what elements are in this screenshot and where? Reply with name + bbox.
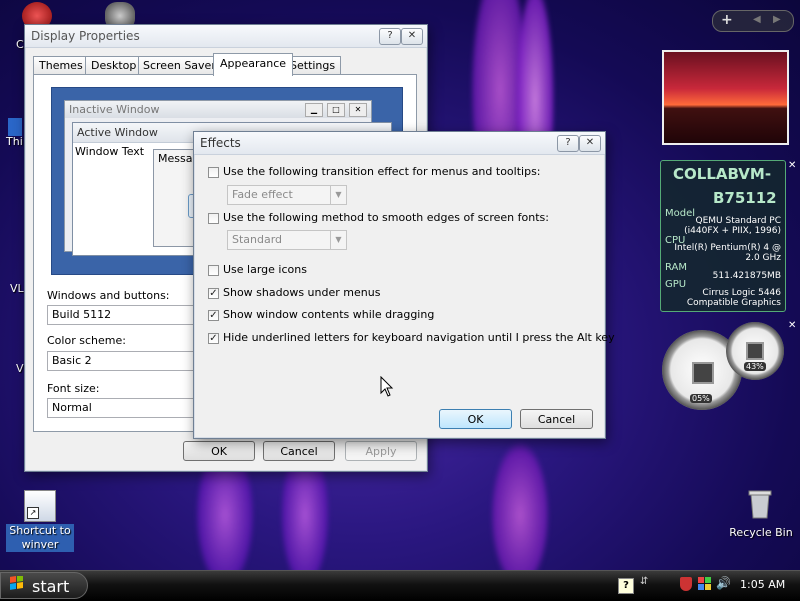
effects-title: Effects (200, 136, 241, 150)
display-cancel-button[interactable]: Cancel (263, 441, 335, 461)
tab-screen-saver-label: Screen Saver (143, 59, 216, 72)
taskbar: start ? ⇵ 🔊 1:05 AM (0, 570, 800, 601)
drag-contents-label: Show window contents while dragging (223, 308, 435, 321)
transition-effect-label: Use the following transition effect for … (223, 165, 541, 178)
tray-network-icon[interactable]: ⇵ (640, 576, 652, 592)
smooth-fonts-value: Standard (232, 233, 283, 246)
tab-themes-label: Themes (39, 59, 83, 72)
effects-close-button[interactable]: ✕ (579, 135, 601, 152)
preview-window-text: Window Text (75, 145, 145, 158)
tab-appearance[interactable]: Appearance (213, 53, 294, 76)
large-icons-checkbox[interactable] (208, 265, 219, 276)
font-size-label: Font size: (47, 382, 100, 395)
smooth-fonts-select[interactable]: Standard ▼ (227, 230, 347, 250)
gadget-gpu-value1: Cirrus Logic 5446 (702, 288, 781, 298)
sidebar-prev-icon[interactable]: ◀ (753, 14, 761, 25)
mem-meter-chip-icon (746, 342, 764, 360)
effects-ok-button[interactable]: OK (439, 409, 512, 429)
recycle-bin-icon[interactable] (748, 488, 772, 520)
sidebar-add-icon[interactable]: + (721, 12, 733, 28)
recycle-bin-label: Recycle Bin (729, 526, 793, 539)
cpu-meter-value: 05% (690, 394, 712, 403)
preview-active-title: Active Window (77, 126, 158, 139)
preview-inactive-minimize-icon: ▁ (305, 103, 323, 117)
gadget-gpu-label: GPU (665, 279, 687, 290)
drag-contents-checkbox[interactable]: ✓ (208, 310, 219, 321)
winver-shortcut-label: Shortcut to winver (6, 524, 74, 552)
tray-security-icon[interactable] (680, 577, 692, 591)
mem-meter-gadget: 43% (726, 322, 784, 380)
color-scheme-label: Color scheme: (47, 334, 126, 347)
start-label: start (32, 577, 70, 596)
effects-dialog: Effects ? ✕ Use the following transition… (193, 131, 615, 439)
effects-cancel-button[interactable]: Cancel (520, 409, 593, 429)
desktop-partial-label-1: C (16, 38, 24, 51)
smooth-fonts-label: Use the following method to smooth edges… (223, 211, 549, 224)
preview-inactive-title: Inactive Window (69, 103, 160, 116)
gadget-ram-label: RAM (665, 262, 688, 273)
preview-inactive-maximize-icon: □ (327, 103, 345, 117)
display-close-button[interactable]: ✕ (401, 28, 423, 45)
gadget-model-value2: (i440FX + PIIX, 1996) (684, 226, 781, 236)
smooth-fonts-checkbox[interactable] (208, 213, 219, 224)
gadget-model-value1: QEMU Standard PC (695, 216, 782, 226)
tab-settings-label: Settings (290, 59, 336, 72)
large-icons-label: Use large icons (223, 263, 307, 276)
desktop-partial-label-3: VL (10, 282, 24, 295)
effects-titlebar[interactable]: Effects (194, 132, 605, 155)
hide-underlines-checkbox[interactable]: ✓ (208, 333, 219, 344)
sidebar-controls: + ◀ ▶ (712, 10, 794, 32)
chevron-down-icon: ▼ (330, 231, 346, 249)
gadget-cpu-value1: Intel(R) Pentium(R) 4 @ (674, 243, 781, 253)
slideshow-gadget[interactable] (662, 50, 789, 145)
desktop-icon-partial-3[interactable] (8, 118, 22, 136)
windows-logo-icon (9, 575, 25, 592)
tray-flag-icon[interactable] (698, 577, 712, 591)
display-properties-titlebar[interactable]: Display Properties (25, 25, 427, 48)
start-button[interactable]: start (0, 572, 88, 599)
tab-screen-saver[interactable]: Screen Saver (138, 56, 221, 75)
display-properties-title: Display Properties (31, 29, 140, 43)
tray-volume-icon[interactable]: 🔊 (716, 576, 731, 592)
tray-help-icon[interactable]: ? (618, 578, 634, 594)
display-apply-button[interactable]: Apply (345, 441, 417, 461)
gadget-close-icon[interactable]: ✕ (788, 160, 798, 172)
transition-effect-select[interactable]: Fade effect ▼ (227, 185, 347, 205)
gadget-close-icon-2[interactable]: ✕ (788, 320, 798, 332)
tab-appearance-label: Appearance (220, 57, 287, 70)
winver-shortcut-icon[interactable]: ↗ (24, 490, 56, 522)
chevron-down-icon: ▼ (330, 186, 346, 204)
mouse-cursor-icon (380, 376, 394, 397)
desktop-partial-label-2: Thi (6, 135, 23, 148)
transition-effect-value: Fade effect (232, 188, 293, 201)
tab-desktop[interactable]: Desktop (85, 56, 143, 75)
hide-underlines-label: Hide underlined letters for keyboard nav… (223, 331, 615, 344)
gadget-hostname-1: COLLABVM- (673, 165, 772, 183)
tab-desktop-label: Desktop (91, 59, 137, 72)
desktop-partial-label-4: V (16, 362, 24, 375)
preview-inactive-close-icon: ✕ (349, 103, 367, 117)
system-info-gadget: COLLABVM- B75112 Model QEMU Standard PC … (660, 160, 786, 312)
sidebar-next-icon[interactable]: ▶ (773, 14, 781, 25)
tray-clock[interactable]: 1:05 AM (740, 578, 785, 591)
gadget-hostname-2: B75112 (713, 189, 777, 207)
gadget-model-label: Model (665, 208, 696, 219)
display-ok-button[interactable]: OK (183, 441, 255, 461)
mem-meter-value: 43% (744, 362, 766, 371)
tab-themes[interactable]: Themes (33, 56, 89, 75)
effects-help-button[interactable]: ? (557, 135, 579, 152)
windows-buttons-label: Windows and buttons: (47, 289, 170, 302)
menu-shadows-label: Show shadows under menus (223, 286, 381, 299)
display-help-button[interactable]: ? (379, 28, 401, 45)
gadget-gpu-value2: Compatible Graphics (686, 298, 781, 308)
cpu-meter-chip-icon (692, 362, 714, 384)
gadget-cpu-value2: 2.0 GHz (745, 253, 781, 263)
menu-shadows-checkbox[interactable]: ✓ (208, 288, 219, 299)
transition-effect-checkbox[interactable] (208, 167, 219, 178)
gadget-ram-value: 511.421875MB (712, 271, 781, 281)
